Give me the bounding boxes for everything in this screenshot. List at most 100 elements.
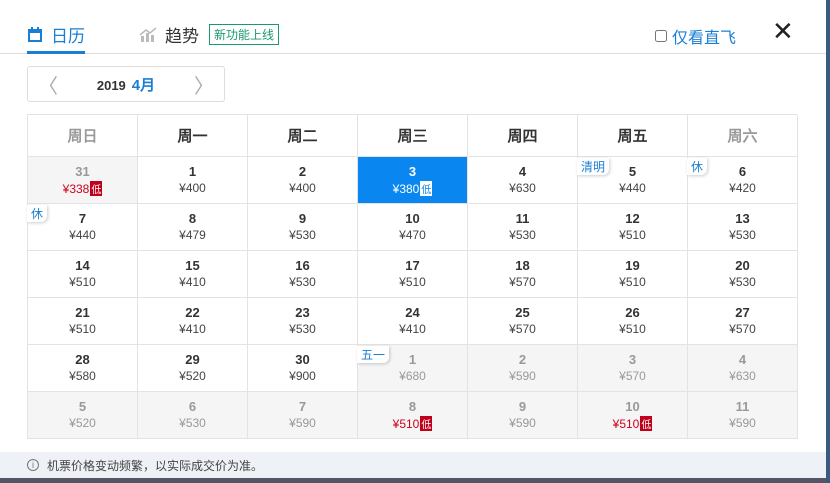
day-cell[interactable]: 18 ¥570 <box>468 251 578 298</box>
price-value: ¥590 <box>289 416 316 430</box>
day-cell[interactable]: 休 6 ¥420 <box>687 157 798 204</box>
day-cell[interactable]: 8 ¥479 <box>138 204 248 251</box>
day-cell[interactable]: 1 ¥400 <box>138 157 248 204</box>
day-cell[interactable]: 4 ¥630 <box>688 345 798 392</box>
day-cell[interactable]: 8 ¥510 低 <box>358 392 468 439</box>
day-cell[interactable]: 24 ¥410 <box>358 298 468 345</box>
day-cell[interactable]: 五一 1 ¥680 <box>357 345 468 392</box>
day-price: ¥510 低 <box>578 416 687 431</box>
month-navigator: 〈 2019 4月 〉 <box>27 66 225 102</box>
day-cell[interactable]: 25 ¥570 <box>468 298 578 345</box>
holiday-tag: 清明 <box>577 158 610 175</box>
current-month: 2019 4月 <box>97 74 155 95</box>
day-cell[interactable]: 11 ¥530 <box>468 204 578 251</box>
prev-month-button[interactable]: 〈 <box>38 70 58 99</box>
day-price: ¥520 <box>28 416 137 430</box>
day-cell[interactable]: 16 ¥530 <box>248 251 358 298</box>
day-number: 10 <box>405 211 420 226</box>
day-cell[interactable]: 2 ¥590 <box>468 345 578 392</box>
day-number: 31 <box>75 164 90 179</box>
price-value: ¥590 <box>729 416 756 430</box>
day-cell[interactable]: 10 ¥510 低 <box>578 392 688 439</box>
price-value: ¥380 <box>392 182 420 196</box>
day-cell[interactable]: 22 ¥410 <box>138 298 248 345</box>
day-number: 13 <box>735 211 750 226</box>
low-price-badge: 低 <box>420 416 433 431</box>
day-number: 2 <box>298 164 307 179</box>
day-cell[interactable]: 4 ¥630 <box>468 157 578 204</box>
day-price: ¥380 低 <box>358 181 467 196</box>
day-price: ¥590 <box>248 416 357 430</box>
new-feature-badge: 新功能上线 <box>209 24 280 45</box>
day-number: 1 <box>188 164 197 179</box>
direct-flight-filter[interactable]: 仅看直飞 <box>655 24 736 48</box>
tab-trend[interactable]: 趋势 新功能上线 <box>139 22 280 47</box>
day-price: ¥440 <box>578 181 687 195</box>
day-number: 12 <box>625 211 640 226</box>
price-value: ¥410 <box>179 275 206 289</box>
day-cell[interactable]: 12 ¥510 <box>578 204 688 251</box>
day-cell[interactable]: 3 ¥380 低 <box>358 157 468 204</box>
close-button[interactable]: ✕ <box>772 18 794 44</box>
weekday-header: 周三 <box>358 115 468 157</box>
day-cell[interactable]: 21 ¥510 <box>28 298 138 345</box>
day-cell[interactable]: 27 ¥570 <box>688 298 798 345</box>
day-number: 14 <box>75 258 90 273</box>
price-value: ¥520 <box>69 416 96 430</box>
year-label: 2019 <box>96 77 126 93</box>
day-cell[interactable]: 23 ¥530 <box>248 298 358 345</box>
day-cell[interactable]: 31 ¥338 低 <box>28 157 138 204</box>
price-value: ¥410 <box>399 322 426 336</box>
day-cell[interactable]: 9 ¥590 <box>468 392 578 439</box>
day-cell[interactable]: 19 ¥510 <box>578 251 688 298</box>
day-number: 17 <box>405 258 420 273</box>
day-cell[interactable]: 10 ¥470 <box>358 204 468 251</box>
price-value: ¥510 <box>619 322 646 336</box>
holiday-tag: 五一 <box>357 346 390 363</box>
day-cell[interactable]: 7 ¥590 <box>248 392 358 439</box>
background-page <box>0 478 826 483</box>
weekday-header: 周一 <box>138 115 248 157</box>
day-number: 15 <box>185 258 200 273</box>
tab-calendar[interactable]: 日历 <box>27 22 85 54</box>
day-cell[interactable]: 17 ¥510 <box>358 251 468 298</box>
price-value: ¥510 <box>69 275 96 289</box>
day-cell[interactable]: 14 ¥510 <box>28 251 138 298</box>
day-cell[interactable]: 3 ¥570 <box>578 345 688 392</box>
day-price: ¥440 <box>28 228 137 242</box>
tab-trend-label: 趋势 <box>165 27 199 46</box>
day-cell[interactable]: 11 ¥590 <box>688 392 798 439</box>
day-price: ¥680 <box>358 369 467 383</box>
day-price: ¥410 <box>138 322 247 336</box>
day-price: ¥410 <box>138 275 247 289</box>
day-number: 11 <box>735 399 750 414</box>
day-price: ¥590 <box>468 416 577 430</box>
day-cell[interactable]: 13 ¥530 <box>688 204 798 251</box>
day-cell[interactable]: 30 ¥900 <box>248 345 358 392</box>
day-cell[interactable]: 5 ¥520 <box>28 392 138 439</box>
low-price-badge: 低 <box>90 181 103 196</box>
day-price: ¥530 <box>248 322 357 336</box>
day-cell[interactable]: 28 ¥580 <box>28 345 138 392</box>
day-cell[interactable]: 2 ¥400 <box>248 157 358 204</box>
next-month-button[interactable]: 〉 <box>194 70 214 99</box>
day-cell[interactable]: 清明 5 ¥440 <box>577 157 688 204</box>
weekday-header: 周四 <box>468 115 578 157</box>
day-cell[interactable]: 休 7 ¥440 <box>27 204 138 251</box>
price-value: ¥470 <box>399 228 426 242</box>
day-cell[interactable]: 20 ¥530 <box>688 251 798 298</box>
day-cell[interactable]: 6 ¥530 <box>138 392 248 439</box>
tab-calendar-label: 日历 <box>51 27 85 46</box>
day-price: ¥510 低 <box>358 416 467 431</box>
trend-chart-icon <box>139 26 157 42</box>
day-price: ¥570 <box>578 369 687 383</box>
day-cell[interactable]: 9 ¥530 <box>248 204 358 251</box>
day-cell[interactable]: 15 ¥410 <box>138 251 248 298</box>
day-cell[interactable]: 26 ¥510 <box>578 298 688 345</box>
price-value: ¥440 <box>619 181 646 195</box>
day-price: ¥530 <box>688 275 797 289</box>
day-cell[interactable]: 29 ¥520 <box>138 345 248 392</box>
low-price-badge: 低 <box>640 416 653 431</box>
direct-flight-checkbox[interactable] <box>655 30 667 42</box>
day-number: 2 <box>518 352 527 367</box>
